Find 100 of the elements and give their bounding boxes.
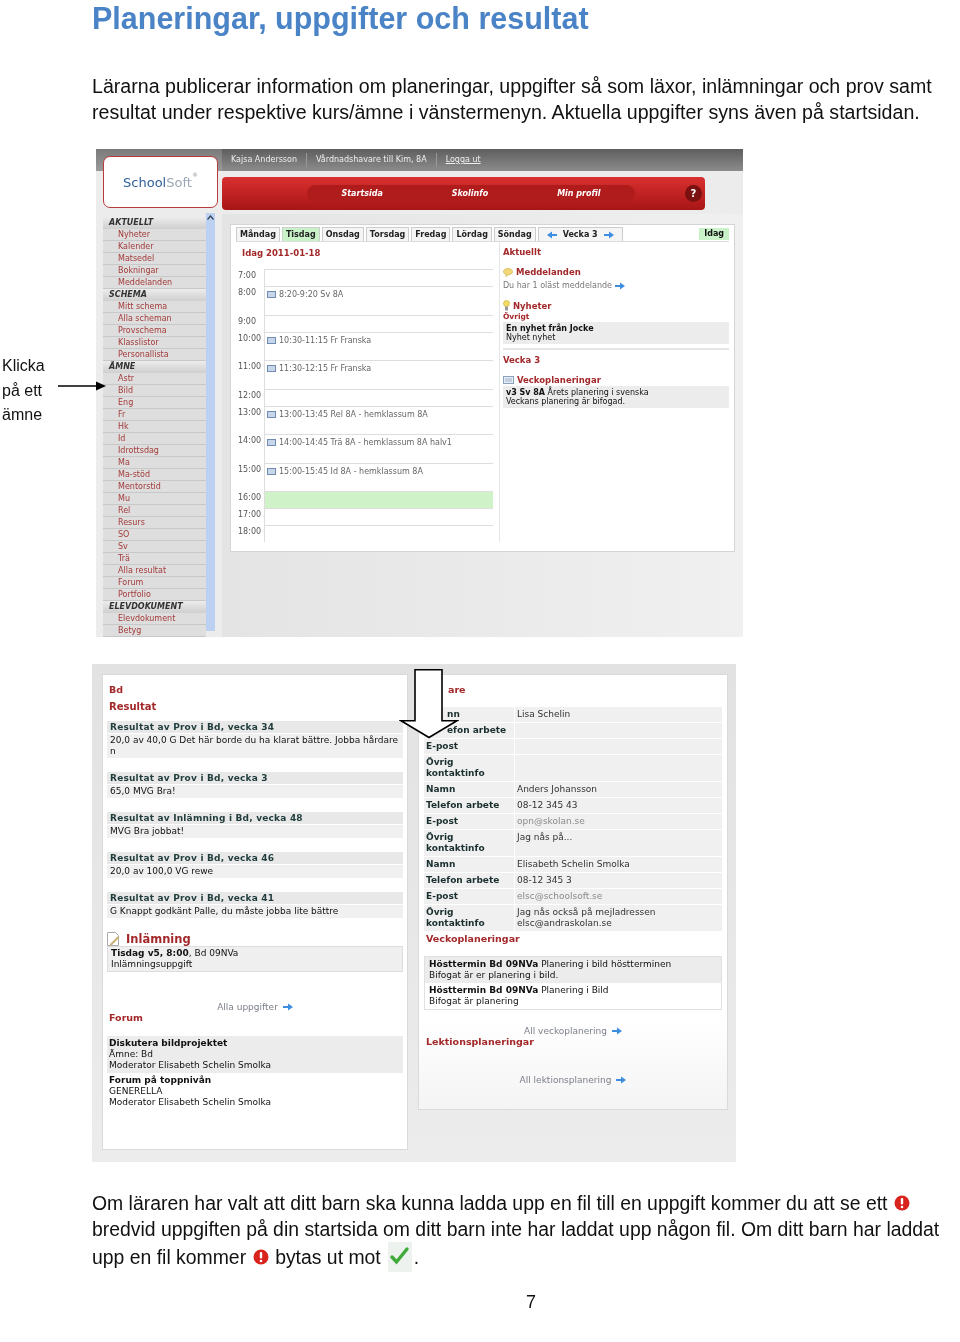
sidebar-item[interactable]: Kalender	[103, 241, 206, 253]
submission-item[interactable]: Tisdag v5, 8:00, Bd 09NVa Inlämningsuppgift	[107, 946, 403, 972]
forum-item[interactable]: Forum på toppnivån GENERELLA Moderator Elisabeth Schelin Smolka	[107, 1073, 403, 1110]
date-heading: Idag 2011-01-18	[241, 247, 322, 260]
all-link[interactable]: Alla uppgifter	[217, 1002, 278, 1012]
sidebar-item[interactable]: Bild	[103, 385, 206, 397]
result-text: 65,0 MVG Bra!	[107, 785, 403, 798]
sidebar-item[interactable]: Matsedel	[103, 253, 206, 265]
day-tab[interactable]: Torsdag	[365, 227, 410, 241]
week-tab[interactable]: Vecka 3	[537, 227, 623, 241]
time-label: 8:00	[237, 287, 257, 299]
section-heading: are	[447, 684, 467, 695]
news-item[interactable]: En nyhet från Jocke Nyhet nyhet	[502, 322, 729, 344]
scrollbar[interactable]	[206, 213, 215, 631]
sidebar-item[interactable]: Forum	[103, 577, 206, 589]
sidebar-item[interactable]: Sv	[103, 541, 206, 553]
paragraph-text: Om läraren har valt att ditt barn ska kunna ladda upp en fil till en uppgift kommer du att se ett	[92, 1191, 888, 1216]
time-label: 10:00	[237, 332, 263, 345]
contact-label: Övrig kontaktinfo	[424, 755, 514, 781]
sidebar-item[interactable]: Betyg	[103, 625, 206, 637]
nav-link[interactable]: Min profil	[557, 189, 601, 198]
day-tab[interactable]: Måndag	[236, 227, 280, 241]
event-text[interactable]: 13:00-13:45 Rel 8A - hemklassum 8A	[279, 409, 428, 419]
email-link[interactable]: opn@skolan.se	[515, 814, 722, 829]
sidebar-item[interactable]: Astr	[103, 373, 206, 385]
day-tab[interactable]: Onsdag	[321, 227, 364, 241]
day-tab[interactable]: Söndag	[493, 227, 536, 241]
lightbulb-icon	[502, 300, 510, 311]
contact-value: 08-12 345 43	[515, 798, 722, 813]
week-plan-item[interactable]: Hösttermin Bd 09NVa Planering i Bild Bifogat är planering	[425, 983, 721, 1009]
paragraph-text: bredvid uppgiften på din startsida om ditt barn inte har laddat upp någon fil. Om ditt barn har laddat	[92, 1217, 940, 1242]
sidebar-item[interactable]: Mentorstid	[103, 481, 206, 493]
event-text[interactable]: 14:00-14:45 Trä 8A - hemklassum 8A halv1	[279, 438, 452, 447]
sidebar-item[interactable]: Meddelanden	[103, 277, 206, 289]
result-text: MVG Bra jobbat!	[107, 825, 403, 838]
week-plan-item[interactable]: Hösttermin Bd 09NVa Planering i bild höstterminen Bifogat är er planering i bild.	[425, 957, 721, 983]
logout-link[interactable]: Logga ut	[436, 153, 490, 167]
time-label: 11:00	[237, 361, 263, 373]
sidebar-item[interactable]: SO	[103, 529, 206, 541]
day-tab[interactable]: Lördag	[452, 227, 492, 241]
result-title[interactable]: Resultat av Prov i Bd, vecka 41	[107, 892, 403, 904]
all-link[interactable]: All lektionsplanering	[519, 1075, 612, 1085]
forum-item[interactable]: Diskutera bildprojektet Ämne: Bd Moderator Elisabeth Schelin Smolka	[107, 1036, 403, 1073]
day-tab[interactable]: Tisdag	[281, 227, 320, 241]
contact-value: Jag nås också på mejladressen elsc@andraskolan.se	[515, 905, 722, 931]
sidebar-item[interactable]: Provschema	[103, 325, 206, 337]
time-label: 9:00	[237, 315, 257, 328]
sidebar-item[interactable]: Fr	[103, 409, 206, 421]
result-text: 20,0 av 40,0 G Det här borde du ha klarat bättre. Jobba hårdare n	[107, 734, 403, 758]
time-label: 15:00	[237, 463, 263, 476]
result-title[interactable]: Resultat av Prov i Bd, vecka 34	[107, 721, 403, 733]
section-heading: Vecka 3	[502, 348, 729, 365]
week-plan-item[interactable]: v3 Sv 8A Årets planering i svenska Veckans planering är bifogad.	[502, 386, 729, 408]
sidebar-item[interactable]: Ma	[103, 457, 206, 469]
event-text[interactable]: 10:30-11:15 Fr Franska	[279, 335, 372, 345]
help-button[interactable]: ?	[685, 185, 702, 202]
contact-value: 08-12 345 3	[515, 873, 722, 888]
nav-link[interactable]: Skolinfo	[451, 189, 489, 198]
sidebar-item[interactable]: Nyheter	[103, 229, 206, 241]
sidebar-item[interactable]: Mu	[103, 493, 206, 505]
nav-link[interactable]: Startsida	[341, 189, 383, 198]
sidebar-item[interactable]: Rel	[103, 505, 206, 517]
sidebar-item[interactable]: Resurs	[103, 517, 206, 529]
event-text[interactable]: 11:30-12:15 Fr Franska	[279, 364, 372, 373]
result-title[interactable]: Resultat av Prov i Bd, vecka 46	[107, 852, 403, 864]
sidebar-item[interactable]: Eng	[103, 397, 206, 409]
page-number: 7	[526, 1292, 536, 1313]
section-heading: Forum	[108, 1012, 144, 1023]
event-icon	[267, 410, 276, 418]
sidebar-item[interactable]: Portfolio	[103, 589, 206, 601]
event-text[interactable]: 8:20-9:20 Sv 8A	[279, 290, 344, 299]
sidebar-item[interactable]: Trä	[103, 553, 206, 565]
all-link[interactable]: All veckoplanering	[524, 1026, 607, 1036]
contact-value: Jag nås på...	[515, 830, 722, 856]
sidebar-item[interactable]: Id	[103, 433, 206, 445]
sidebar-item[interactable]: Mitt schema	[103, 301, 206, 313]
time-label: 16:00	[237, 492, 263, 504]
email-link[interactable]: elsc@schoolsoft.se	[515, 889, 722, 904]
sidebar-item[interactable]: Elevdokument	[103, 613, 206, 625]
sidebar-item[interactable]: Hk	[103, 421, 206, 433]
contact-value: Anders Johansson	[515, 782, 722, 797]
today-button[interactable]: Idag	[699, 228, 729, 240]
sidebar-item[interactable]: Alla scheman	[103, 313, 206, 325]
time-label: 18:00	[237, 526, 263, 538]
page-title: Planeringar, uppgifter och resultat	[92, 0, 590, 35]
sidebar-item[interactable]: Klasslistor	[103, 337, 206, 349]
result-title[interactable]: Resultat av Prov i Bd, vecka 3	[107, 772, 403, 784]
result-text: G Knappt godkänt Palle, du måste jobba lite bättre	[107, 905, 403, 918]
sidebar-item[interactable]: Bokningar	[103, 265, 206, 277]
contact-label: Övrig kontaktinfo	[424, 905, 514, 931]
sidebar-item[interactable]: Personallista	[103, 349, 206, 361]
section-heading: Veckoplaneringar	[516, 375, 601, 385]
message-link[interactable]: Du har 1 oläst meddelande	[502, 281, 612, 290]
time-label: 14:00	[237, 435, 263, 447]
sidebar-item[interactable]: Ma-stöd	[103, 469, 206, 481]
sidebar-item[interactable]: Idrottsdag	[103, 445, 206, 457]
day-tab[interactable]: Fredag	[411, 227, 451, 241]
sidebar-item[interactable]: Alla resultat	[103, 565, 206, 577]
result-title[interactable]: Resultat av Inlämning i Bd, vecka 48	[107, 812, 403, 824]
event-text[interactable]: 15:00-15:45 Id 8A - hemklassum 8A	[279, 466, 423, 476]
